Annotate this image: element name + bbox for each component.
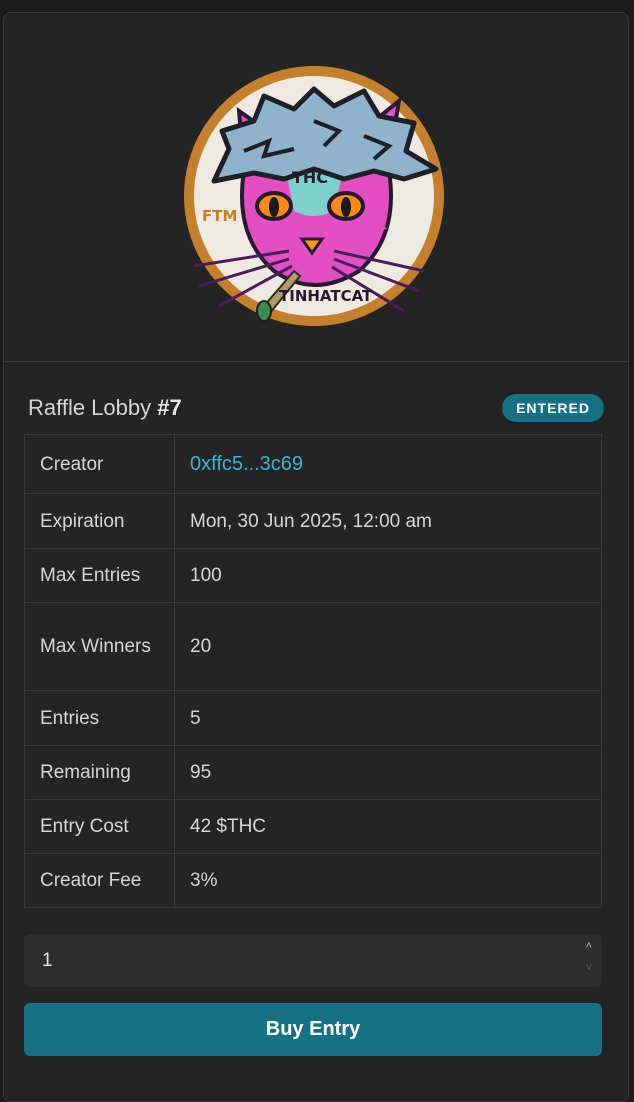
row-label: Remaining	[24, 745, 175, 800]
row-label: Max Entries	[24, 548, 175, 603]
table-row: Max Winners 20	[24, 602, 602, 691]
table-row: Expiration Mon, 30 Jun 2025, 12:00 am	[24, 493, 602, 549]
ring-text-ftm: FTM	[202, 207, 237, 225]
row-value: 100	[174, 548, 602, 603]
raffle-details-table: Creator 0xffc5...3c69 Expiration Mon, 30…	[24, 434, 602, 908]
row-label: Creator Fee	[24, 853, 175, 908]
buy-entry-button[interactable]: Buy Entry	[24, 1003, 602, 1056]
status-badge: ENTERED	[502, 394, 604, 422]
table-row: Creator Fee 3%	[24, 853, 602, 908]
nft-image: THC FTM TINHATCAT ✕	[4, 13, 628, 362]
lobby-title-prefix: Raffle Lobby	[28, 395, 152, 420]
table-row: Creator 0xffc5...3c69	[24, 434, 602, 494]
table-row: Entry Cost 42 $THC	[24, 799, 602, 854]
row-value: Mon, 30 Jun 2025, 12:00 am	[174, 493, 602, 549]
row-value: 20	[174, 602, 602, 691]
row-label: Max Winners	[24, 602, 175, 691]
table-row: Entries 5	[24, 690, 602, 746]
svg-text:✕: ✕	[374, 215, 389, 236]
chevron-down-icon[interactable]: ˅	[586, 962, 592, 974]
table-row: Remaining 95	[24, 745, 602, 800]
ring-text-tinhatcat: TINHATCAT	[279, 287, 373, 305]
row-value: 95	[174, 745, 602, 800]
quantity-input[interactable]: 1 ˄ ˅	[24, 934, 602, 987]
quantity-stepper[interactable]: ˄ ˅	[586, 940, 592, 974]
row-value: 3%	[174, 853, 602, 908]
row-label: Entry Cost	[24, 799, 175, 854]
row-value: 5	[174, 690, 602, 746]
quantity-value: 1	[42, 949, 53, 971]
lobby-title: Raffle Lobby #7	[28, 395, 182, 421]
chevron-up-icon[interactable]: ˄	[586, 940, 592, 952]
row-label: Entries	[24, 690, 175, 746]
forehead-text: THC	[292, 168, 328, 187]
row-label: Creator	[24, 434, 175, 494]
table-row: Max Entries 100	[24, 548, 602, 603]
creator-address-link[interactable]: 0xffc5...3c69	[174, 434, 602, 494]
lobby-number: #7	[157, 395, 182, 420]
row-label: Expiration	[24, 493, 175, 549]
tinhatcat-logo-icon: THC FTM TINHATCAT ✕	[184, 66, 444, 326]
row-value: 42 $THC	[174, 799, 602, 854]
lobby-header: Raffle Lobby #7 ENTERED	[28, 393, 604, 423]
